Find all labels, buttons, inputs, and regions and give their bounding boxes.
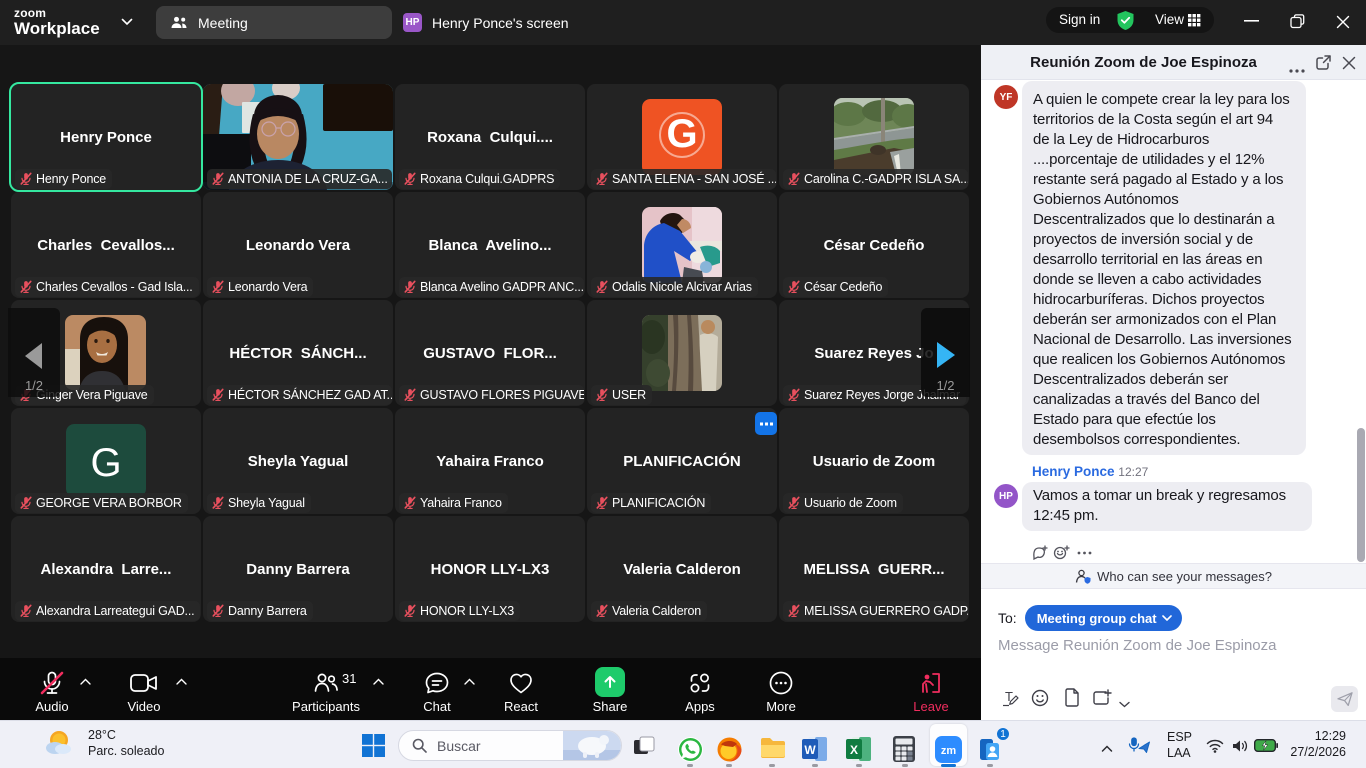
svg-text:G: G xyxy=(90,441,121,485)
svg-text:zm: zm xyxy=(941,745,957,757)
svg-text:G: G xyxy=(666,112,697,156)
svg-text:T: T xyxy=(1005,689,1013,704)
svg-text:X: X xyxy=(850,743,858,757)
svg-text:W: W xyxy=(804,743,816,757)
